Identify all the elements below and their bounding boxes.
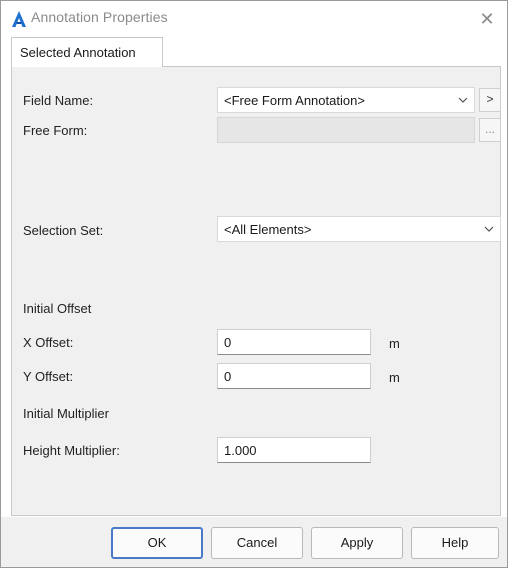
- window-title: Annotation Properties: [31, 9, 168, 25]
- cancel-button[interactable]: Cancel: [211, 527, 303, 559]
- x-offset-input[interactable]: 0: [217, 329, 371, 355]
- chevron-right-icon: >: [486, 92, 494, 106]
- free-form-label: Free Form:: [23, 123, 88, 138]
- height-multiplier-value: 1.000: [224, 443, 257, 458]
- ok-button-label: OK: [147, 535, 167, 550]
- tab-label: Selected Annotation: [20, 45, 136, 60]
- y-offset-value: 0: [224, 369, 232, 384]
- x-offset-label: X Offset:: [23, 335, 74, 350]
- height-multiplier-label: Height Multiplier:: [23, 443, 120, 458]
- apply-button[interactable]: Apply: [311, 527, 403, 559]
- selection-set-value: <All Elements>: [224, 222, 312, 237]
- title-bar: Annotation Properties ✕: [1, 1, 507, 37]
- close-icon: ✕: [479, 9, 495, 29]
- initial-offset-heading: Initial Offset: [23, 301, 92, 316]
- chevron-down-icon: [484, 226, 494, 232]
- close-button[interactable]: ✕: [475, 7, 499, 31]
- field-name-label: Field Name:: [23, 93, 94, 108]
- height-multiplier-input[interactable]: 1.000: [217, 437, 371, 463]
- y-offset-unit: m: [389, 370, 400, 385]
- annotation-properties-dialog: Annotation Properties ✕ Selected Annotat…: [0, 0, 508, 568]
- initial-multiplier-heading: Initial Multiplier: [23, 406, 109, 421]
- selection-set-dropdown[interactable]: <All Elements>: [217, 216, 501, 242]
- help-button-label: Help: [441, 535, 469, 550]
- tab-selected-annotation[interactable]: Selected Annotation: [11, 37, 163, 67]
- cancel-button-label: Cancel: [236, 535, 278, 550]
- help-button[interactable]: Help: [411, 527, 499, 559]
- field-name-value: <Free Form Annotation>: [224, 93, 365, 108]
- free-form-browse-button[interactable]: ...: [479, 118, 501, 142]
- free-form-field[interactable]: [217, 117, 475, 143]
- ellipsis-icon: ...: [484, 122, 495, 136]
- selection-set-label: Selection Set:: [23, 223, 104, 238]
- x-offset-value: 0: [224, 335, 232, 350]
- autodesk-a-icon: [12, 11, 26, 27]
- ok-button[interactable]: OK: [111, 527, 203, 559]
- chevron-down-icon: [458, 97, 468, 103]
- apply-button-label: Apply: [340, 535, 374, 550]
- field-name-next-button[interactable]: >: [479, 88, 501, 112]
- x-offset-unit: m: [389, 336, 400, 351]
- y-offset-label: Y Offset:: [23, 369, 74, 384]
- field-name-dropdown[interactable]: <Free Form Annotation>: [217, 87, 475, 113]
- y-offset-input[interactable]: 0: [217, 363, 371, 389]
